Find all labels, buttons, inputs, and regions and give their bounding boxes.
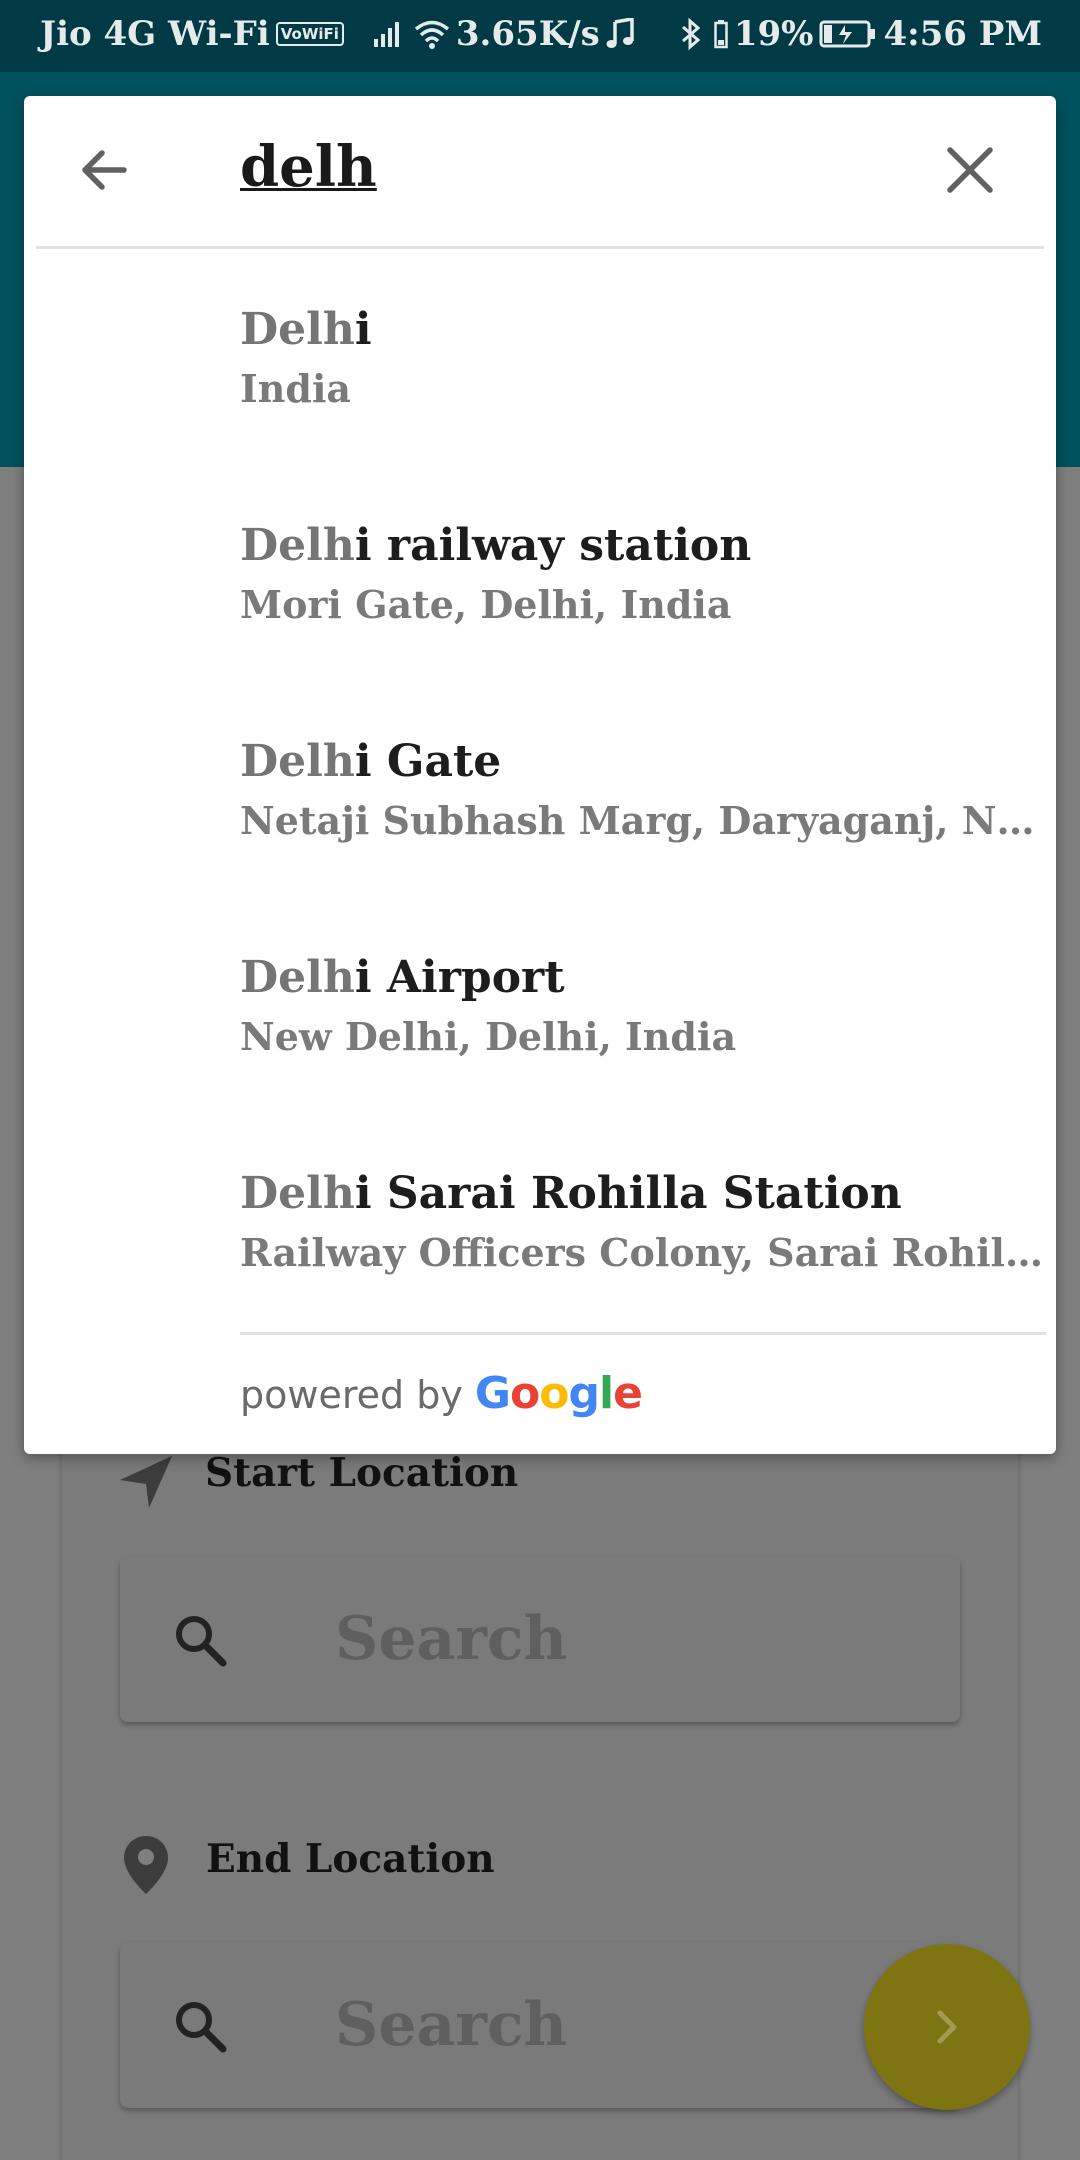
autocomplete-header: delh xyxy=(24,96,1056,246)
clock: 4:56 PM xyxy=(883,14,1042,54)
search-icon xyxy=(172,1612,228,1672)
result-title: Delhi xyxy=(240,304,372,355)
battery-percent: 19% xyxy=(733,14,814,54)
result-title: Delhi Gate xyxy=(240,736,502,787)
google-letter: e xyxy=(613,1368,643,1419)
start-search-placeholder: Search xyxy=(335,1604,568,1674)
end-location-search[interactable]: Search xyxy=(120,1942,960,2108)
start-location-label: Start Location xyxy=(205,1450,519,1496)
google-letter: o xyxy=(510,1368,540,1419)
location-pin-icon xyxy=(122,1834,170,1900)
result-item[interactable]: Delhi Sarai Rohilla Station Railway Offi… xyxy=(240,1168,1046,1348)
header-divider xyxy=(36,246,1044,249)
battery-small-icon xyxy=(714,19,728,49)
result-subtitle: Mori Gate, Delhi, India xyxy=(240,582,732,627)
carrier-label: Jio 4G Wi-Fi xyxy=(40,14,270,54)
wifi-icon xyxy=(414,19,450,49)
google-letter: G xyxy=(474,1368,511,1419)
powered-by-google: powered by Google xyxy=(240,1368,643,1419)
result-subtitle: India xyxy=(240,366,352,411)
google-letter: l xyxy=(599,1368,614,1419)
end-search-placeholder: Search xyxy=(335,1990,568,2060)
status-right: 19% 4:56 PM xyxy=(674,14,1042,54)
result-title: Delhi Airport xyxy=(240,952,565,1003)
status-left: Jio 4G Wi-Fi VoWiFi 3.65K/s xyxy=(40,14,640,54)
result-subtitle: Railway Officers Colony, Sarai Rohilla, … xyxy=(240,1230,1046,1275)
arrow-left-icon xyxy=(82,150,127,190)
result-title: Delhi Sarai Rohilla Station xyxy=(240,1168,902,1219)
google-logo: Google xyxy=(474,1368,643,1419)
place-autocomplete-dialog: delh Delhi India Delhi railway station M… xyxy=(24,96,1056,1454)
close-icon xyxy=(947,147,993,193)
music-note-icon xyxy=(606,18,634,50)
chevron-right-icon xyxy=(937,2010,957,2044)
end-location-label: End Location xyxy=(206,1836,495,1882)
start-location-search[interactable]: Search xyxy=(120,1556,960,1722)
result-item[interactable]: Delhi Airport New Delhi, Delhi, India xyxy=(240,952,1046,1132)
result-title: Delhi railway station xyxy=(240,520,752,571)
navigation-arrow-icon xyxy=(116,1452,176,1516)
google-letter: g xyxy=(568,1368,600,1419)
clear-button[interactable] xyxy=(942,142,998,198)
signal-icon xyxy=(372,19,402,49)
battery-charging-icon xyxy=(819,19,877,49)
status-bar: Jio 4G Wi-Fi VoWiFi 3.65K/s 19% 4:56 PM xyxy=(0,0,1080,72)
result-subtitle: Netaji Subhash Marg, Daryaganj, New Delh… xyxy=(240,798,1046,843)
vowifi-badge: VoWiFi xyxy=(275,22,344,46)
powered-by-text: powered by xyxy=(240,1373,463,1417)
search-query-input[interactable]: delh xyxy=(240,134,377,200)
next-fab-button[interactable] xyxy=(864,1944,1030,2110)
result-item[interactable]: Delhi railway station Mori Gate, Delhi, … xyxy=(240,520,1046,700)
result-item[interactable]: Delhi India xyxy=(240,304,1046,484)
bluetooth-icon xyxy=(680,18,702,50)
google-letter: o xyxy=(539,1368,569,1419)
network-speed: 3.65K/s xyxy=(455,14,600,54)
result-item[interactable]: Delhi Gate Netaji Subhash Marg, Daryagan… xyxy=(240,736,1046,916)
back-button[interactable] xyxy=(74,140,134,200)
search-icon xyxy=(172,1998,228,2058)
footer-divider xyxy=(240,1332,1046,1335)
result-subtitle: New Delhi, Delhi, India xyxy=(240,1014,737,1059)
